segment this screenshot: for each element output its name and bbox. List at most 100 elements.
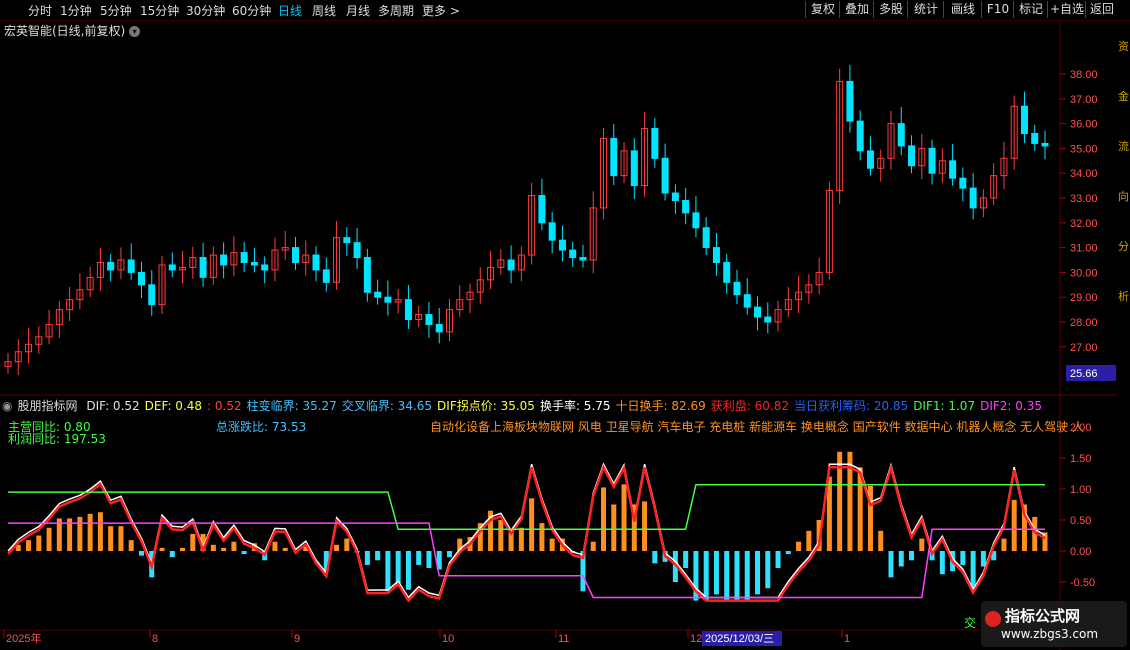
toolbar-button[interactable]: 复权 (805, 1, 840, 18)
macd-bar (755, 551, 761, 595)
candle-body (908, 145, 916, 167)
macd-bar (426, 551, 432, 569)
macd-bar (539, 523, 545, 551)
candle-body (969, 187, 977, 209)
toolbar-button[interactable]: 画线 (943, 1, 982, 18)
macd-bar (642, 501, 648, 551)
cross-label: 交 (964, 616, 977, 630)
macd-bar (77, 516, 83, 551)
side-tab-char: 向 (1118, 190, 1129, 203)
candle-body (148, 284, 156, 306)
candle-body (712, 247, 720, 263)
macd-bar (46, 527, 52, 551)
macd-bar (601, 487, 607, 551)
candle-body (949, 160, 957, 179)
macd-bar (36, 535, 42, 551)
macd-bar (416, 551, 422, 565)
macd-bar (898, 551, 904, 567)
macd-bar (87, 513, 93, 551)
price-tick-label: 27.00 (1070, 342, 1098, 354)
macd-bar (210, 544, 216, 551)
period-tab[interactable]: 5分钟 (100, 2, 132, 19)
side-tab-char: 分 (1118, 240, 1129, 253)
candle-body (1031, 133, 1039, 144)
candle-body (723, 261, 731, 283)
macd-bar (221, 547, 227, 551)
indicator-value: 当日获利筹码: 20.85 (793, 399, 909, 413)
macd-bar (518, 527, 524, 551)
toolbar-button[interactable]: +自选 (1047, 1, 1086, 18)
candle-body (507, 259, 515, 271)
kline-chart[interactable]: 38.00 37.00 36.00 35.00 34.00 33.00 32.00 31.00… (0, 20, 1117, 650)
cursor-date-label: 2025/12/03/三 (705, 633, 774, 645)
indicator-values-bar: ◉ 股朋指标网 DIF: 0.52 DEF: 0.48: 0.52 柱变临界: 35.… (2, 397, 1047, 414)
macd-bar (118, 526, 124, 551)
indicator-value: DIF拐点价: 35.05 (437, 399, 535, 413)
period-tab[interactable]: 周线 (312, 2, 336, 19)
toolbar-button[interactable]: 叠加 (839, 1, 874, 18)
indicator-value: 交叉临界: 34.65 (341, 399, 433, 413)
time-label: 8 (152, 633, 158, 645)
candle-body (959, 177, 967, 189)
candle-body (199, 257, 207, 278)
period-tab[interactable]: 月线 (346, 2, 370, 19)
site-watermark: 指标公式网 www.zbgs3.com (981, 601, 1127, 647)
macd-bar (375, 551, 381, 561)
candle-body (250, 261, 258, 266)
period-tab[interactable]: 分时 (28, 2, 52, 19)
price-tick-label: 28.00 (1070, 317, 1098, 329)
indicator-value: DIF: 0.52 (86, 399, 140, 413)
macd-bar (744, 551, 750, 601)
right-side-tab[interactable]: 资金流向分析 (1117, 20, 1130, 650)
candle-body (610, 137, 618, 177)
toolbar-button[interactable]: 统计 (907, 1, 944, 18)
indicator-value: 换手率: 5.75 (539, 399, 611, 413)
side-tab-char: 流 (1118, 140, 1129, 153)
indicator-value: DEF: 0.48 (144, 399, 203, 413)
eye-icon[interactable]: ◉ (2, 399, 12, 413)
rise-fall-label: 总涨跌比: 73.53 (216, 420, 307, 434)
ind-tick-label: 0.00 (1070, 546, 1091, 558)
macd-bar (190, 533, 196, 551)
period-tab[interactable]: 30分钟 (186, 2, 225, 19)
period-tab[interactable]: 日线 (278, 2, 302, 19)
candle-body (682, 199, 690, 214)
macd-bar (888, 551, 894, 578)
indicator-name[interactable]: 股朋指标网 (17, 399, 77, 413)
toolbar-button[interactable]: 标记 (1013, 1, 1048, 18)
price-tick-label: 31.00 (1070, 243, 1098, 255)
candle-body (220, 254, 228, 266)
time-label: 9 (294, 633, 300, 645)
candle-body (846, 80, 854, 122)
toolbar-button[interactable]: 返回 (1085, 1, 1118, 18)
toolbar-button[interactable]: 多股 (873, 1, 908, 18)
macd-bar (180, 547, 186, 551)
period-tab[interactable]: 15分钟 (140, 2, 179, 19)
candle-body (291, 247, 299, 263)
side-tab-char: 资 (1118, 40, 1129, 53)
side-tab-char: 析 (1118, 290, 1129, 303)
period-tab[interactable]: 多周期 (378, 2, 414, 19)
macd-bar (231, 541, 237, 551)
macd-bar (1001, 538, 1007, 551)
macd-bar (878, 530, 884, 551)
candle-body (569, 249, 577, 259)
price-tick-label: 34.00 (1070, 168, 1098, 180)
period-tab[interactable]: 更多 > (422, 2, 460, 19)
candle-body (538, 195, 546, 224)
candle-body (692, 212, 700, 229)
macd-bar (128, 540, 134, 551)
period-tab[interactable]: 60分钟 (232, 2, 271, 19)
candle-body (661, 157, 669, 194)
candle-body (322, 269, 330, 283)
macd-bar (549, 538, 555, 551)
candle-body (425, 314, 433, 325)
time-label: 10 (442, 633, 454, 645)
macd-bar (652, 551, 658, 564)
time-label: 12 (690, 633, 702, 645)
ind-tick-label: 1.50 (1070, 453, 1091, 465)
period-tab[interactable]: 1分钟 (60, 2, 92, 19)
macd-bar (724, 551, 730, 601)
time-label: 1 (844, 633, 850, 645)
toolbar-button[interactable]: F10 (981, 1, 1014, 18)
